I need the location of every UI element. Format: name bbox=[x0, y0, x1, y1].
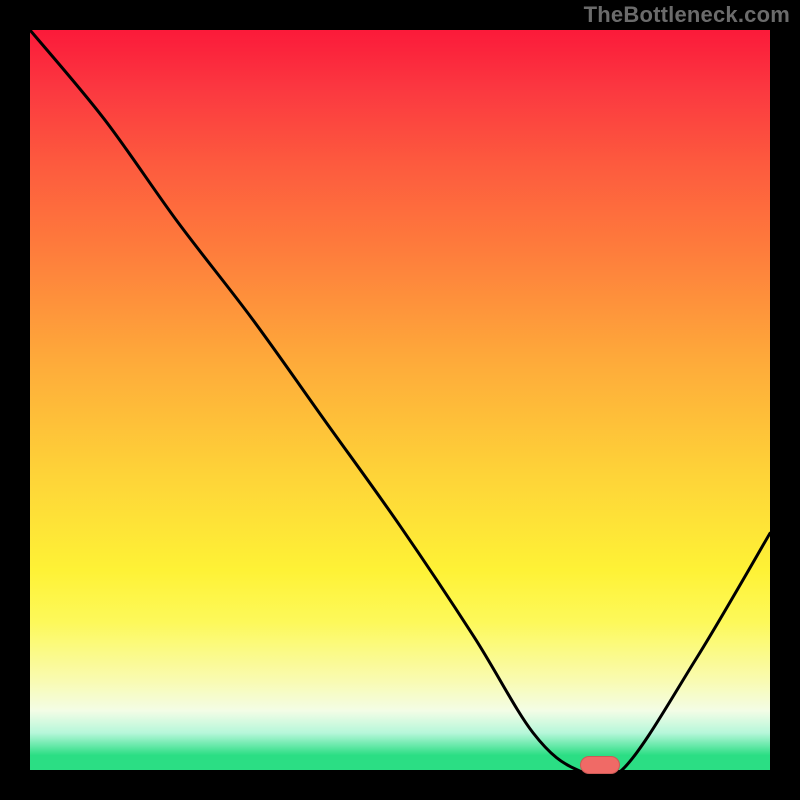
curve-svg bbox=[30, 30, 770, 770]
chart-stage: TheBottleneck.com bbox=[0, 0, 800, 800]
highlight-marker bbox=[580, 756, 620, 774]
plot-area bbox=[30, 30, 770, 770]
line-series bbox=[30, 30, 770, 770]
watermark-text: TheBottleneck.com bbox=[584, 2, 790, 28]
